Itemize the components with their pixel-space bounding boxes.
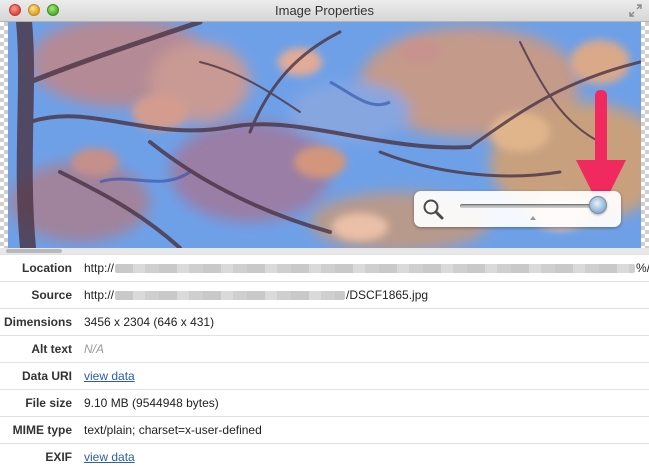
zoom-slider-tick	[530, 216, 536, 220]
property-label: File size	[25, 396, 72, 410]
zoom-slider-knob[interactable]	[589, 196, 607, 214]
property-label: Data URI	[21, 369, 72, 383]
zoom-control-panel	[414, 191, 621, 227]
property-value: view data	[84, 363, 135, 389]
property-value: text/plain; charset=x-user-defined	[84, 423, 262, 437]
scrollbar-thumb[interactable]	[6, 249, 62, 253]
property-label: Source	[31, 288, 72, 302]
property-value[interactable]: http:// /DSCF1865.jpg	[84, 282, 428, 308]
property-row-file-size: File size 9.10 MB (9544948 bytes)	[0, 389, 649, 416]
property-value: N/A	[84, 342, 105, 356]
transparency-checker-left	[0, 22, 8, 248]
property-label: EXIF	[45, 450, 72, 464]
property-value: 9.10 MB (9544948 bytes)	[84, 396, 219, 410]
property-label: MIME type	[12, 423, 72, 437]
exif-view-link[interactable]: view data	[84, 450, 135, 464]
data-uri-view-link[interactable]: view data	[84, 369, 135, 383]
property-value[interactable]: http:// %/	[84, 255, 649, 281]
property-row-source: Source http:// /DSCF1865.jpg	[0, 281, 649, 308]
property-row-dimensions: Dimensions 3456 x 2304 (646 x 431)	[0, 308, 649, 335]
property-row-alt-text: Alt text N/A	[0, 335, 649, 362]
property-row-mime-type: MIME type text/plain; charset=x-user-def…	[0, 416, 649, 443]
window-title: Image Properties	[275, 3, 374, 18]
source-prefix: http://	[84, 288, 115, 302]
property-label: Dimensions	[3, 315, 72, 329]
magnifier-icon	[423, 199, 444, 220]
property-label: Location	[22, 261, 72, 275]
property-row-data-uri: Data URI view data	[0, 362, 649, 389]
image-preview	[0, 22, 649, 248]
title-bar: Image Properties	[0, 0, 649, 22]
zoom-slider-track[interactable]	[460, 204, 600, 208]
redacted-url	[115, 291, 346, 301]
property-value: 3456 x 2304 (646 x 431)	[84, 315, 215, 329]
source-suffix: /DSCF1865.jpg	[346, 288, 429, 302]
fullscreen-icon[interactable]	[629, 4, 642, 17]
transparency-checker-right	[641, 22, 649, 248]
redacted-url	[115, 264, 636, 274]
properties-list: Location http:// %/ Source http:// /DSCF18…	[0, 254, 649, 471]
property-value: view data	[84, 444, 135, 470]
property-row-location: Location http:// %/	[0, 254, 649, 281]
property-label: Alt text	[31, 342, 72, 356]
image-properties-window: Image Properties Location http:// %/ Sou…	[0, 0, 649, 471]
property-row-exif: EXIF view data	[0, 443, 649, 470]
location-suffix: %/	[636, 261, 649, 275]
location-prefix: http://	[84, 261, 115, 275]
